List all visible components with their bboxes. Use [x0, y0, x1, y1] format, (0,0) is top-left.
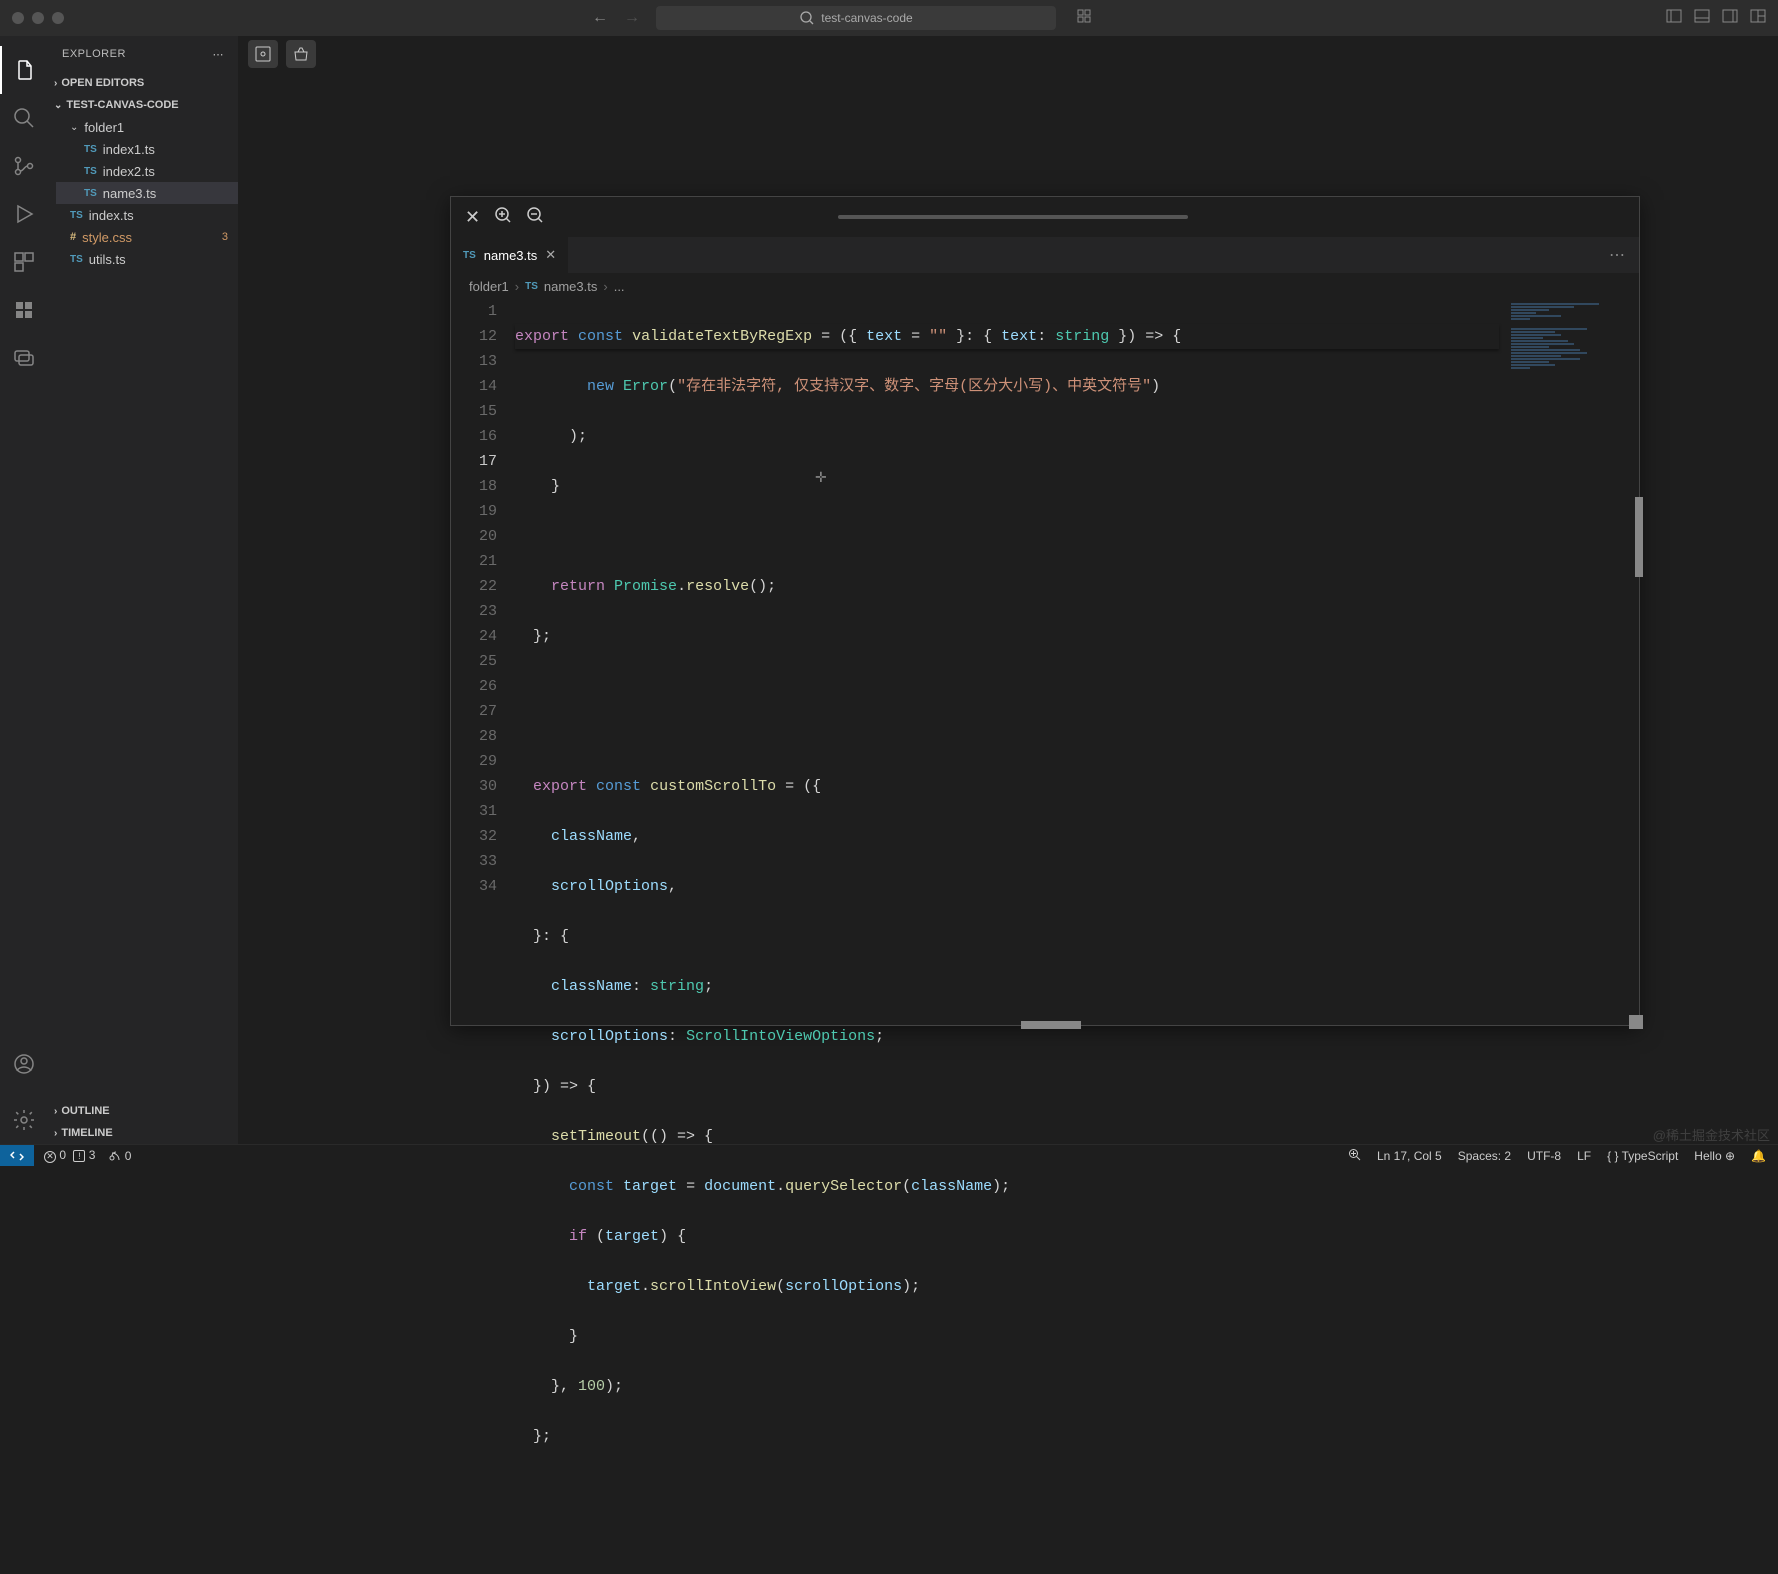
ts-icon: TS [84, 188, 97, 199]
line-gutter: 1 12 13 14 15 16 17 18 19 20 21 22 23 24… [451, 299, 515, 1025]
status-problems[interactable]: ✕ 0 ! 3 [44, 1148, 95, 1163]
cursor-icon: ✛ [815, 467, 827, 492]
target-icon[interactable] [248, 40, 278, 68]
tab-close-icon[interactable]: ✕ [545, 247, 556, 263]
status-ports[interactable]: 0 [109, 1149, 131, 1163]
search-icon [799, 10, 815, 26]
nav-back-icon[interactable]: ← [592, 9, 608, 27]
watermark: @稀土掘金技术社区 [1653, 1125, 1770, 1144]
close-window-icon[interactable] [12, 12, 24, 24]
activity-source-control-icon[interactable] [0, 142, 48, 190]
tab-name3[interactable]: TS name3.ts ✕ [451, 237, 569, 273]
ts-icon: TS [70, 254, 83, 265]
minimize-window-icon[interactable] [32, 12, 44, 24]
ts-icon: TS [84, 166, 97, 177]
file-index1[interactable]: TSindex1.ts [56, 138, 238, 160]
toggle-sidebar-icon[interactable] [1666, 8, 1682, 29]
project-section[interactable]: ⌄TEST-CANVAS-CODE [48, 94, 238, 116]
activity-bar [0, 36, 48, 1144]
explorer-more-icon[interactable]: ⋯ [213, 48, 225, 61]
nav-forward-icon[interactable]: → [624, 9, 640, 27]
timeline-section[interactable]: ›TIMELINE [48, 1122, 238, 1144]
status-bell-icon[interactable]: 🔔 [1751, 1149, 1766, 1163]
title-bar: ← → test-canvas-code [0, 0, 1778, 36]
ts-icon: TS [84, 144, 97, 155]
code-content[interactable]: export const validateTextByRegExp = ({ t… [515, 299, 1639, 1025]
command-center[interactable]: test-canvas-code [656, 6, 1056, 30]
activity-grid-icon[interactable] [0, 286, 48, 334]
css-icon: # [70, 231, 76, 243]
file-name3[interactable]: TSname3.ts [56, 182, 238, 204]
file-style[interactable]: #style.css 3 [56, 226, 238, 248]
open-editors-section[interactable]: ›OPEN EDITORS [48, 72, 238, 94]
maximize-window-icon[interactable] [52, 12, 64, 24]
toggle-panel-icon[interactable] [1694, 8, 1710, 29]
explorer-sidebar: EXPLORER ⋯ ›OPEN EDITORS ⌄TEST-CANVAS-CO… [48, 36, 238, 1144]
modified-count: 3 [222, 231, 228, 243]
minimap[interactable] [1509, 299, 1639, 1025]
status-encoding[interactable]: UTF-8 [1527, 1149, 1561, 1163]
zoom-in-icon[interactable] [494, 206, 512, 229]
tab-more-icon[interactable]: ⋯ [1609, 237, 1625, 273]
status-language[interactable]: { } TypeScript [1607, 1149, 1678, 1163]
explorer-title: EXPLORER [62, 48, 126, 60]
activity-account-icon[interactable] [0, 1040, 48, 1088]
outline-section[interactable]: ›OUTLINE [48, 1100, 238, 1122]
ts-icon: TS [525, 281, 538, 292]
activity-debug-icon[interactable] [0, 190, 48, 238]
resize-handle-right[interactable] [1635, 497, 1643, 577]
canvas-panel: ✕ TS name3.ts ✕ ⋯ folder1 › TS name3.ts … [450, 196, 1640, 1026]
zoom-out-icon[interactable] [526, 206, 544, 229]
ts-icon: TS [70, 210, 83, 221]
basket-icon[interactable] [286, 40, 316, 68]
status-hello[interactable]: Hello ⊕ [1694, 1149, 1735, 1163]
code-editor[interactable]: 1 12 13 14 15 16 17 18 19 20 21 22 23 24… [451, 299, 1639, 1025]
activity-extensions-icon[interactable] [0, 238, 48, 286]
resize-handle-corner[interactable] [1629, 1015, 1643, 1029]
file-index2[interactable]: TSindex2.ts [56, 160, 238, 182]
activity-search-icon[interactable] [0, 94, 48, 142]
file-utils[interactable]: TSutils.ts [56, 248, 238, 270]
activity-comments-icon[interactable] [0, 334, 48, 382]
remote-indicator[interactable] [0, 1145, 34, 1166]
folder-folder1[interactable]: ⌄folder1 [56, 116, 238, 138]
toggle-secondary-icon[interactable] [1722, 8, 1738, 29]
search-text: test-canvas-code [821, 11, 912, 25]
resize-handle-bottom[interactable] [1021, 1021, 1081, 1029]
activity-settings-icon[interactable] [0, 1096, 48, 1144]
file-index[interactable]: TSindex.ts [56, 204, 238, 226]
traffic-lights [12, 12, 64, 24]
grid-icon[interactable] [1076, 8, 1092, 29]
drag-handle[interactable] [838, 215, 1188, 219]
breadcrumb[interactable]: folder1 › TS name3.ts › ... [451, 273, 1639, 299]
close-icon[interactable]: ✕ [465, 207, 480, 228]
ts-icon: TS [463, 250, 476, 261]
activity-explorer-icon[interactable] [0, 46, 48, 94]
status-eol[interactable]: LF [1577, 1149, 1591, 1163]
customize-layout-icon[interactable] [1750, 8, 1766, 29]
